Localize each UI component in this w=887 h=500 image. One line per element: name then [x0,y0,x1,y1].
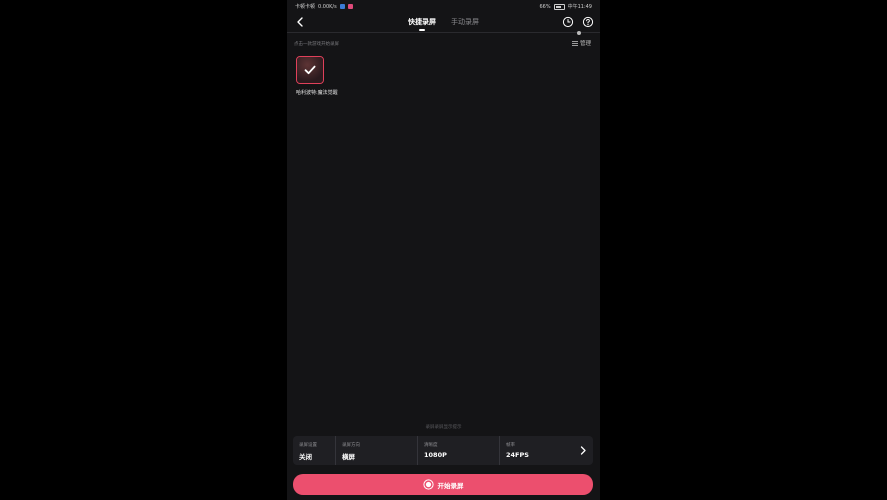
tab-manual-record[interactable]: 手动录屏 [451,17,479,27]
start-record-label: 开始录屏 [437,481,464,490]
record-icon [422,479,434,490]
help-icon[interactable] [582,16,594,28]
manage-label: 管理 [580,41,592,47]
status-bar-right: 66% 中午11:49 [539,3,592,10]
status-bar-left: 卡顿卡顿 0.00K/s [295,3,353,10]
notification-dot [577,31,581,35]
setting-value: 横屏 [342,453,355,461]
app-notification-icon [347,4,353,9]
app-notification-icon [339,4,345,9]
status-bar: 卡顿卡顿 0.00K/s 66% 中午11:49 [287,0,600,12]
setting-record-setting[interactable]: 录屏设置 关闭 [293,436,335,465]
top-bar: 快捷录屏 手动录屏 [287,12,600,33]
battery-percent: 66% [539,3,551,10]
setting-value: 24FPS [506,451,529,459]
history-clock-icon[interactable] [562,16,574,28]
setting-label: 清晰度 [424,443,438,448]
setting-label: 帧率 [506,443,515,448]
manage-button[interactable]: 管理 [572,39,591,47]
back-arrow-icon[interactable] [293,15,307,29]
setting-value: 1080P [424,451,447,459]
setting-label: 录屏方向 [342,443,360,448]
start-record-button[interactable]: 开始录屏 [293,474,593,495]
checkmark-icon [304,65,316,75]
battery-icon [553,3,565,10]
chevron-right-icon[interactable] [579,446,587,455]
phone-screen: 卡顿卡顿 0.00K/s 66% 中午11:49 快捷录屏 手动录屏 点击一款游… [287,0,600,500]
select-game-hint: 点击一款游戏开始录屏 [294,42,339,47]
tab-quick-record[interactable]: 快捷录屏 [408,17,436,27]
active-tab-indicator [419,29,425,31]
carrier-text: 卡顿卡顿 [295,4,316,10]
footer-hint: 录屏录屏显示提示 [425,425,462,430]
record-settings-panel: 录屏设置 关闭 录屏方向 横屏 清晰度 1080P 帧率 24FPS [293,436,593,465]
setting-orientation[interactable]: 录屏方向 横屏 [335,436,418,465]
network-speed: 0.00K/s [318,3,337,10]
game-tile[interactable] [296,56,324,84]
game-name: 哈利波特:魔法觉醒 [296,90,338,96]
setting-frame-rate[interactable]: 帧率 24FPS [499,436,560,465]
setting-resolution[interactable]: 清晰度 1080P [417,436,500,465]
setting-value: 关闭 [299,453,312,461]
clock: 中午11:49 [567,4,592,10]
list-icon [572,40,578,46]
setting-label: 录屏设置 [299,443,317,448]
